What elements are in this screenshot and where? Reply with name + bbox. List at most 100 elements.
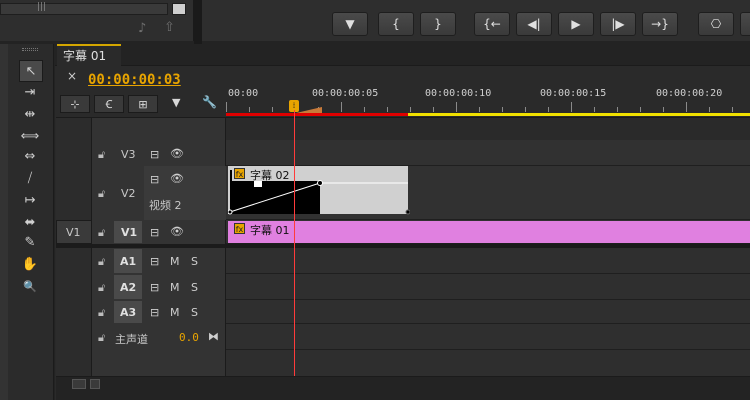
- solo-button[interactable]: S: [191, 306, 198, 319]
- film-icon[interactable]: ⊟: [150, 255, 159, 268]
- film-icon[interactable]: ⊟: [150, 306, 159, 319]
- lift-button[interactable]: ⎔: [698, 12, 734, 36]
- track-v2-name[interactable]: V2: [121, 187, 136, 200]
- track-v3-area[interactable]: [226, 140, 750, 166]
- export-icon[interactable]: ⇧: [164, 20, 175, 35]
- lock-icon[interactable]: 🔓︎: [98, 148, 105, 162]
- clip-subtitle-01[interactable]: fx 字幕 01: [228, 221, 750, 243]
- razor-tool-icon[interactable]: ⧸: [19, 168, 41, 188]
- track-a1-area[interactable]: [226, 248, 750, 274]
- mute-button[interactable]: M: [170, 281, 180, 294]
- empty-track-area: [226, 350, 750, 376]
- panel-divider[interactable]: [194, 0, 202, 44]
- hand-tool-icon[interactable]: ✋: [19, 254, 41, 274]
- add-marker-timeline-button[interactable]: ⊞: [128, 95, 158, 113]
- step-back-button[interactable]: ◀|: [516, 12, 552, 36]
- ruler-tick: [525, 107, 526, 112]
- lock-icon[interactable]: 🔓︎: [98, 226, 105, 240]
- film-icon[interactable]: ⊟: [150, 148, 159, 161]
- film-icon[interactable]: ⊟: [150, 226, 159, 239]
- ruler-tick: [249, 107, 250, 112]
- ruler-tick: [226, 102, 227, 112]
- film-icon[interactable]: ⊟: [150, 173, 159, 186]
- mark-out-icon: }: [434, 17, 442, 31]
- export-frame-button[interactable]: [740, 12, 750, 36]
- track-v3-name[interactable]: V3: [121, 148, 136, 161]
- track-master-name[interactable]: 主声道: [115, 331, 148, 347]
- selection-tool-icon[interactable]: ↖: [19, 60, 43, 82]
- slip-tool-icon[interactable]: ↦: [19, 190, 41, 210]
- track-a2-area[interactable]: [226, 274, 750, 300]
- mute-button[interactable]: M: [170, 306, 180, 319]
- audio-icon[interactable]: ♪: [138, 21, 146, 36]
- track-a3-area[interactable]: [226, 300, 750, 324]
- work-area-bar[interactable]: [408, 113, 750, 116]
- solo-button[interactable]: S: [191, 255, 198, 268]
- marker-icon: ▼: [345, 17, 355, 31]
- track-master-area[interactable]: [226, 324, 750, 350]
- track-a2-name[interactable]: A2: [120, 281, 136, 294]
- eye-icon[interactable]: 👁: [170, 147, 184, 160]
- bottom-border: [56, 390, 750, 400]
- track-select-tool-icon[interactable]: ⇥: [19, 82, 41, 102]
- pen-tool-icon[interactable]: ✎: [19, 232, 41, 252]
- eye-icon[interactable]: 👁: [170, 172, 184, 185]
- opacity-rubberband[interactable]: [228, 166, 410, 216]
- scrollbar[interactable]: |||: [0, 2, 168, 15]
- track-v1-name[interactable]: V1: [121, 226, 137, 239]
- playhead-triangle: [296, 107, 322, 113]
- track-a1-name[interactable]: A1: [120, 255, 136, 268]
- link-button[interactable]: Ꞓ: [94, 95, 124, 113]
- lock-icon[interactable]: 🔓︎: [98, 281, 105, 295]
- track-a3-name[interactable]: A3: [120, 306, 136, 319]
- tools-grip[interactable]: [22, 48, 38, 51]
- source-v1-label: V1: [66, 226, 81, 239]
- scroll-zoom-handle-right[interactable]: [90, 379, 100, 389]
- wrench-icon[interactable]: 🔧: [202, 95, 217, 109]
- film-icon[interactable]: ⊟: [150, 281, 159, 294]
- timecode-display[interactable]: 00:00:00:03: [88, 72, 181, 88]
- rolling-edit-tool-icon[interactable]: ⟺: [19, 126, 41, 146]
- horizontal-scrollbar[interactable]: [56, 376, 750, 390]
- lift-icon: ⎔: [710, 17, 722, 31]
- lock-icon[interactable]: 🔓︎: [98, 331, 105, 345]
- left-strip: [0, 44, 8, 400]
- mark-out-button[interactable]: }: [420, 12, 456, 36]
- step-forward-button[interactable]: |▶: [600, 12, 636, 36]
- add-marker-button[interactable]: ▼: [332, 12, 368, 36]
- ruler-tick: [433, 107, 434, 112]
- tab-subtitle-01[interactable]: 字幕 01 ×: [57, 44, 121, 83]
- lock-icon[interactable]: 🔓︎: [98, 255, 105, 269]
- sequence-marker-icon: ⊞: [138, 97, 148, 111]
- scrollbar-grip[interactable]: |||: [37, 2, 46, 12]
- go-to-out-button[interactable]: →}: [642, 12, 678, 36]
- clip-subtitle-02[interactable]: fx 字幕 02: [228, 166, 410, 216]
- lock-icon[interactable]: 🔓︎: [98, 306, 105, 320]
- rate-stretch-tool-icon[interactable]: ⇔: [19, 146, 41, 166]
- master-volume-value[interactable]: 0.0: [179, 331, 199, 344]
- playhead-line[interactable]: [294, 110, 295, 376]
- close-icon[interactable]: [172, 3, 186, 15]
- snap-button[interactable]: ⊹: [60, 95, 90, 113]
- solo-button[interactable]: S: [191, 281, 198, 294]
- ruler-label: 00:00:00:15: [540, 88, 607, 99]
- marker-icon[interactable]: ▼: [172, 96, 180, 109]
- lock-icon[interactable]: 🔓︎: [98, 187, 105, 201]
- mark-in-button[interactable]: {: [378, 12, 414, 36]
- ripple-edit-tool-icon[interactable]: ⇹: [19, 104, 41, 124]
- bowtie-icon[interactable]: ⧓: [208, 330, 219, 343]
- eye-icon[interactable]: 👁: [170, 225, 184, 238]
- ruler-tick: [709, 107, 710, 112]
- ruler-tick: [341, 102, 342, 112]
- step-forward-icon: |▶: [611, 17, 625, 31]
- ruler-tick: [456, 102, 457, 112]
- mute-button[interactable]: M: [170, 255, 180, 268]
- zoom-tool-icon[interactable]: 🔍: [19, 276, 41, 296]
- tab-close-icon[interactable]: ×: [67, 69, 77, 83]
- go-to-out-icon: →}: [651, 17, 669, 31]
- ruler-tick: [686, 102, 687, 112]
- go-to-in-button[interactable]: {←: [474, 12, 510, 36]
- play-button[interactable]: ▶: [558, 12, 594, 36]
- slide-tool-icon[interactable]: ⬌: [19, 212, 41, 232]
- scroll-zoom-handle-left[interactable]: [72, 379, 86, 389]
